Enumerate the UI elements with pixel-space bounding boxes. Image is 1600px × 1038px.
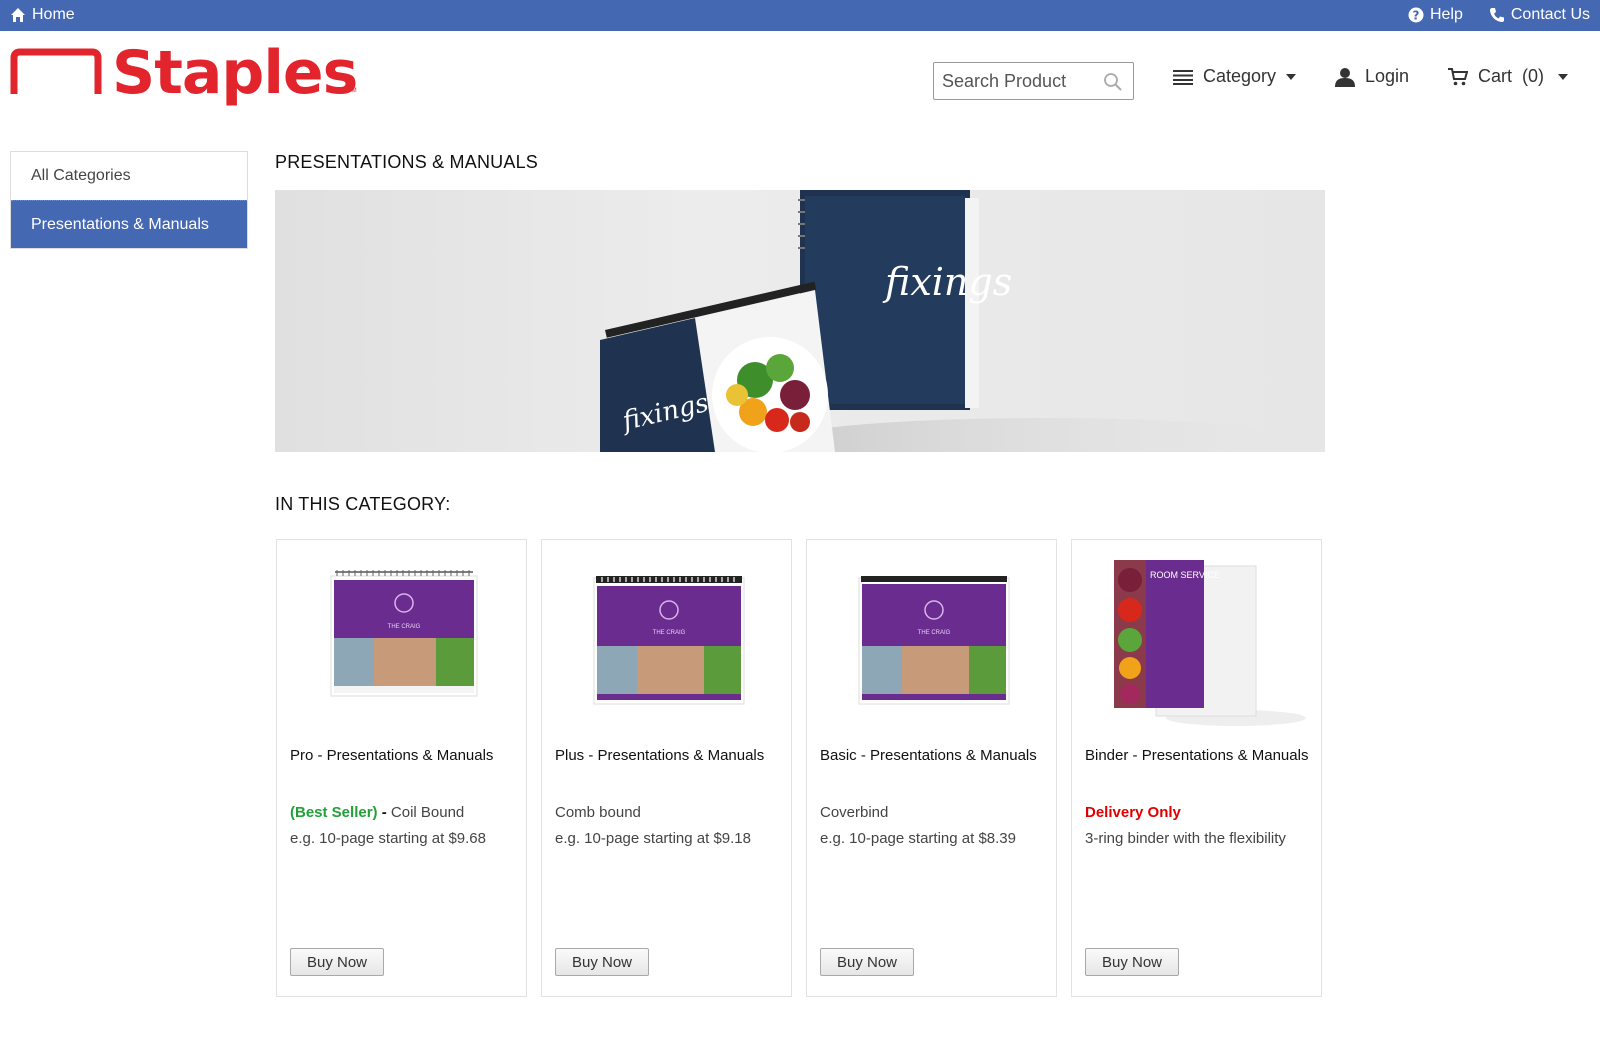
category-label: Category [1203,66,1277,86]
login-label: Login [1365,66,1410,86]
tag-separator: - [377,804,391,821]
product-thumbnail: ROOM SERVICE [1114,560,1306,726]
sidebar-item-label: All Categories [31,167,131,184]
page-title: PRESENTATIONS & MANUALS [275,152,538,172]
product-thumbnail: THE CRAIG [593,576,745,705]
sidebar-item-presentations-manuals[interactable]: Presentations & Manuals [11,200,247,248]
binding-type: Comb bound [555,804,641,821]
thumb-title: THE CRAIG [918,630,951,636]
login-link[interactable]: Login [1335,66,1409,87]
logo-mark [10,48,102,94]
product-tag: Delivery Only [1085,804,1310,821]
product-description: e.g. 10-page starting at $9.18 [555,830,751,847]
thumb-title: ROOM SERVICE [1150,570,1220,580]
sidebar-item-label: Presentations & Manuals [31,215,209,233]
cart-count: (0) [1522,66,1545,86]
product-name[interactable]: Plus - Presentations & Manuals [555,746,780,765]
product-tag: (Best Seller) - Coil Bound [290,804,515,821]
product-description: e.g. 10-page starting at $8.39 [820,830,1016,847]
search-box[interactable] [933,62,1134,100]
search-icon[interactable] [1103,72,1123,92]
best-seller-badge: (Best Seller) [290,804,378,821]
user-icon [1335,67,1355,87]
product-card[interactable]: THE CRAIG Pro - Presentations & Manuals … [276,539,527,997]
thumb-title: THE CRAIG [653,630,686,636]
product-thumbnail: THE CRAIG [330,570,478,697]
binding-type: Coil Bound [390,804,465,821]
delivery-only-badge: Delivery Only [1085,804,1181,821]
thumb-title: THE CRAIG [388,624,421,630]
home-label: Home [32,6,75,23]
top-bar: Home ? Help Contact Us [0,0,1600,31]
caret-down-icon [1286,73,1297,80]
hero-title: fixings [882,260,1012,304]
buy-now-button[interactable]: Buy Now [290,948,384,976]
help-label: Help [1429,6,1463,23]
search-input[interactable] [942,69,1102,93]
cart-label: Cart [1478,66,1513,86]
category-menu[interactable]: Category [1173,66,1297,87]
cart-icon [1448,67,1468,85]
list-icon [1173,69,1193,85]
hero-image: fixings fixings [600,190,1305,452]
product-description: 3-ring binder with the flexibility [1085,830,1286,847]
hero-banner: fixings fixings [275,190,1325,452]
help-icon: ? [1408,7,1424,23]
buy-now-button[interactable]: Buy Now [1085,948,1179,976]
section-title: IN THIS CATEGORY: [275,494,451,514]
product-tag: Comb bound [555,804,780,821]
product-description: e.g. 10-page starting at $9.68 [290,830,486,847]
buy-now-button[interactable]: Buy Now [555,948,649,976]
binding-type: Coverbind [820,804,889,821]
contact-us-label: Contact Us [1510,6,1590,23]
product-name[interactable]: Binder - Presentations & Manuals [1085,746,1310,765]
contact-us-link[interactable]: Contact Us [1489,6,1590,24]
svg-text:?: ? [1412,9,1419,23]
sidebar-item-all-categories[interactable]: All Categories [11,152,247,200]
home-icon [11,8,25,22]
product-name[interactable]: Basic - Presentations & Manuals [820,746,1045,765]
help-link[interactable]: ? Help [1408,6,1463,24]
product-tag: Coverbind [820,804,1045,821]
logo-tm: TM [348,88,357,94]
product-card[interactable]: THE CRAIG Plus - Presentations & Manuals… [541,539,792,997]
caret-down-icon [1558,73,1569,80]
buy-now-button[interactable]: Buy Now [820,948,914,976]
product-name[interactable]: Pro - Presentations & Manuals [290,746,515,765]
category-sidebar: All Categories Presentations & Manuals [10,151,248,249]
logo-text: Staples [112,38,358,108]
product-thumbnail: THE CRAIG [858,576,1010,705]
product-card[interactable]: THE CRAIG Basic - Presentations & Manual… [806,539,1057,997]
phone-icon [1489,8,1504,22]
product-card[interactable]: ROOM SERVICE Binder - Presentations & Ma… [1071,539,1322,997]
home-link[interactable]: Home [10,6,75,24]
cart-link[interactable]: Cart (0) [1448,66,1569,87]
